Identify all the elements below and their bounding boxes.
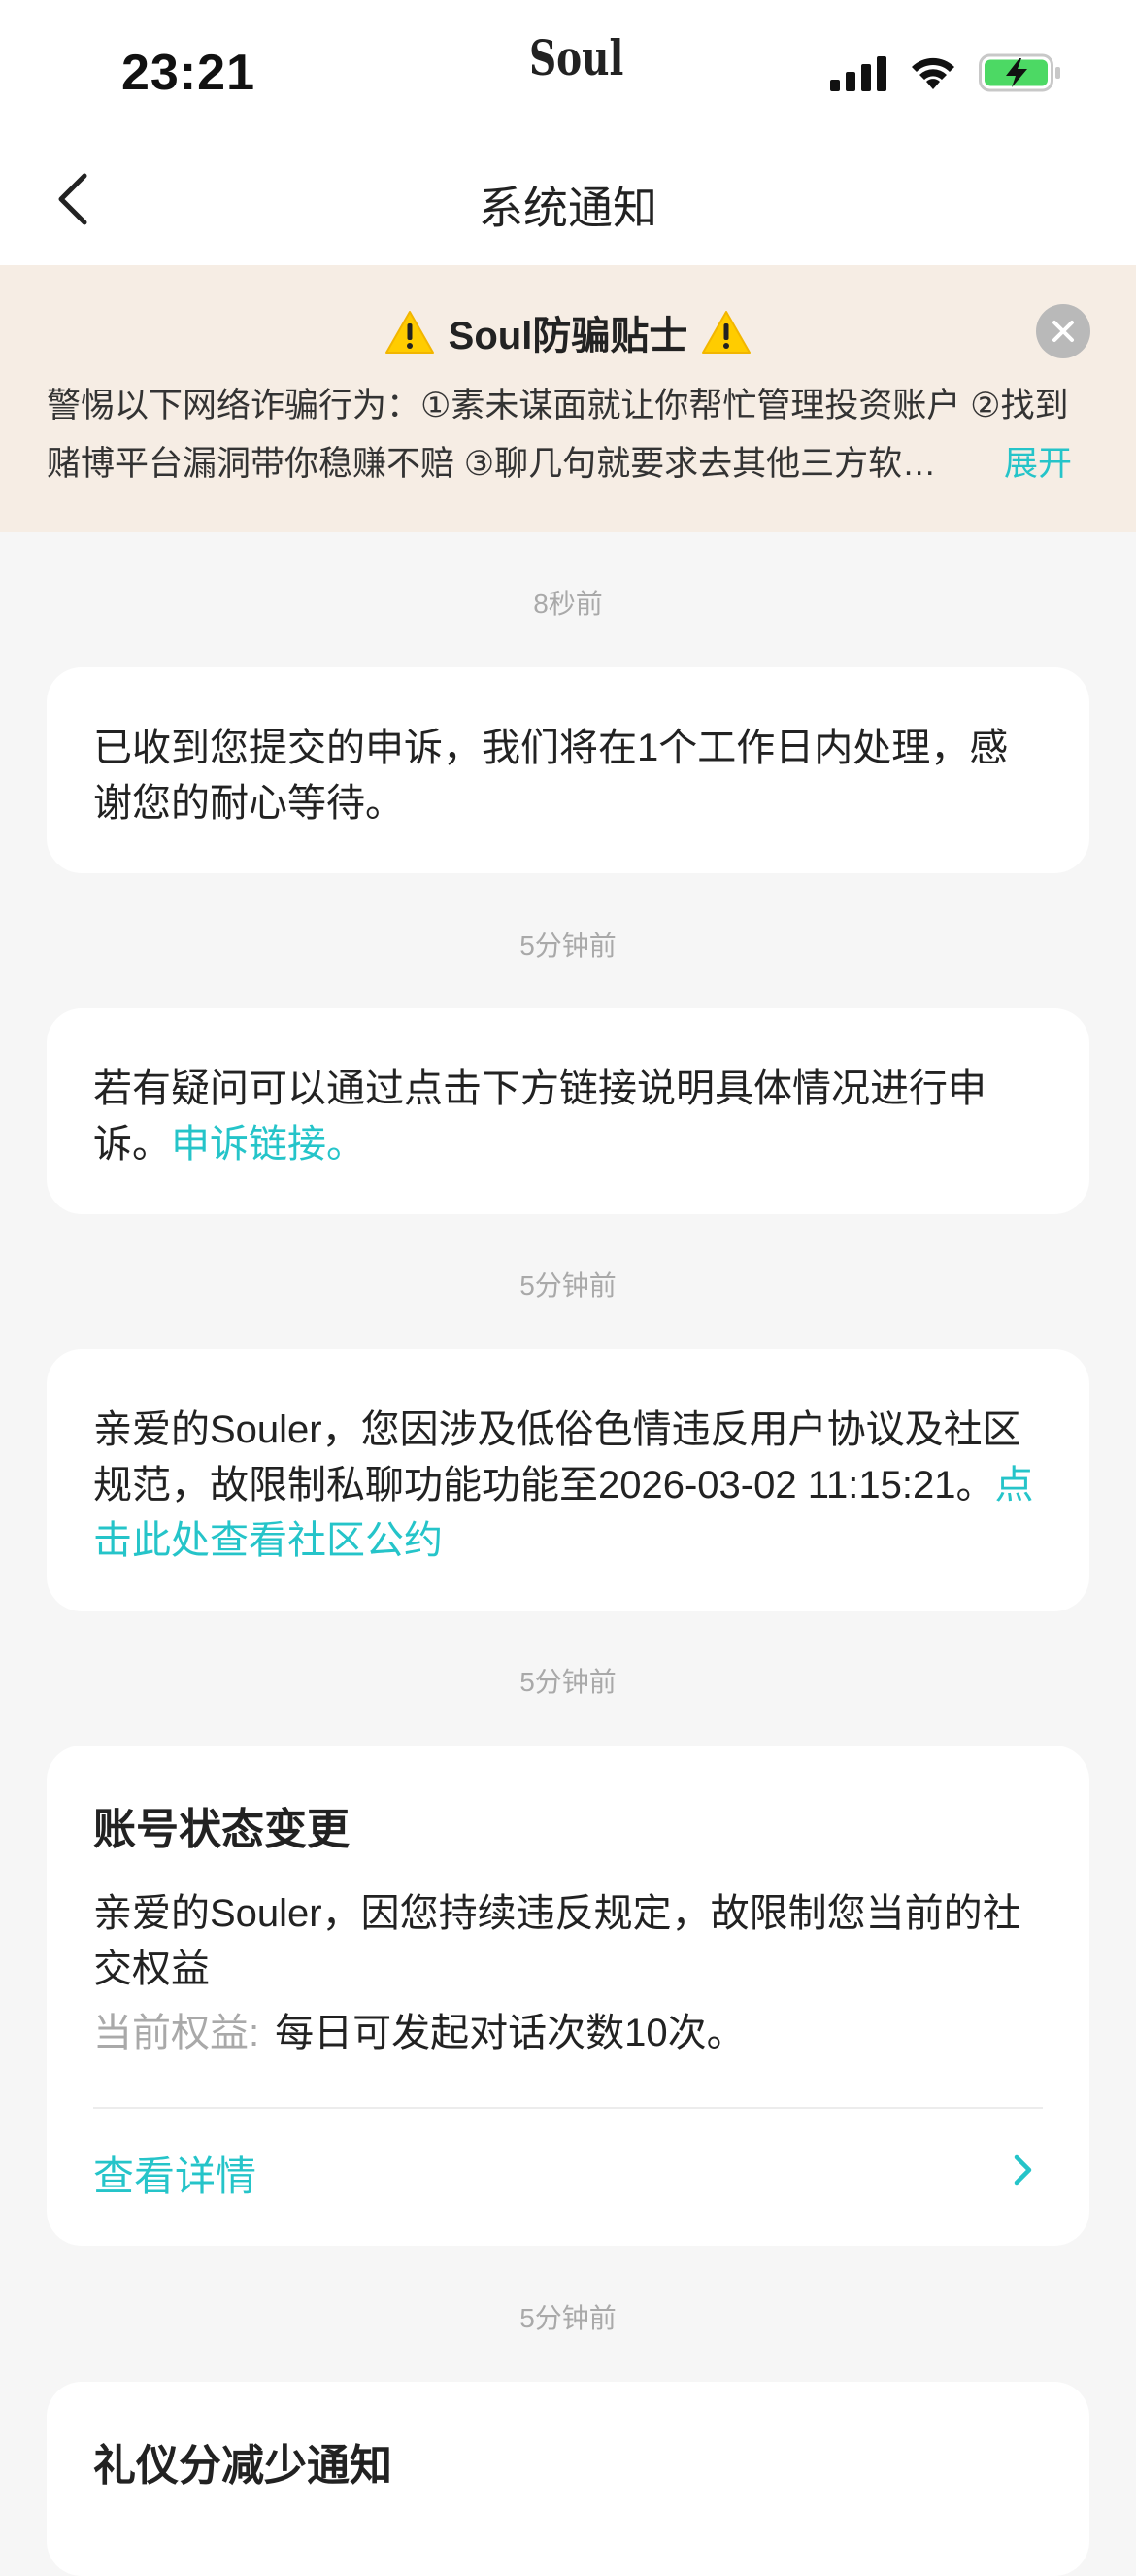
- notification-text: 亲爱的Souler，因您持续违反规定，故限制您当前的社交权益: [93, 1892, 1021, 1990]
- view-details-link[interactable]: 查看详情: [93, 2144, 256, 2203]
- notification-text: 已收到您提交的申诉，我们将在1个工作日内处理，感谢您的耐心等待。: [93, 727, 1009, 825]
- current-benefit-row: 当前权益: 每日可发起对话次数10次。: [93, 2006, 746, 2061]
- status-bar: 23:21 Soul: [0, 0, 1136, 136]
- page-title: 系统通知: [479, 183, 657, 233]
- notification-text: 若有疑问可以通过点击下方链接说明具体情况进行申诉。申诉链接。: [93, 1062, 1045, 1172]
- nav-bar: 系统通知: [0, 136, 1136, 265]
- soul-logo: Soul: [529, 29, 624, 86]
- warning-icon: [702, 311, 752, 354]
- divider: [93, 2107, 1043, 2109]
- banner-text: 警惕以下网络诈骗行为：①素未谋面就让你帮忙管理投资账户 ②找到赌博平台漏洞带你稳…: [47, 387, 1069, 483]
- notification-card: 已收到您提交的申诉，我们将在1个工作日内处理，感谢您的耐心等待。: [47, 667, 1089, 873]
- benefit-value: 每日可发起对话次数10次。: [275, 2012, 746, 2054]
- card-title: 账号状态变更: [93, 1806, 350, 1853]
- benefit-label: 当前权益:: [93, 2012, 260, 2054]
- card-title: 礼仪分减少通知: [93, 2442, 392, 2490]
- warning-icon: [384, 311, 434, 354]
- appeal-link[interactable]: 申诉链接。: [171, 1123, 365, 1166]
- notification-card: 礼仪分减少通知: [47, 2382, 1089, 2576]
- anti-fraud-banner: Soul防骗贴士 警惕以下网络诈骗行为：①素未谋面就让你帮忙管理投资账户 ②找到…: [0, 265, 1136, 532]
- notification-card: 若有疑问可以通过点击下方链接说明具体情况进行申诉。申诉链接。: [47, 1008, 1089, 1214]
- notification-text-body: 亲爱的Souler，您因涉及低俗色情违反用户协议及社区规范，故限制私聊功能功能至…: [93, 1408, 1021, 1507]
- close-icon: [1052, 321, 1074, 342]
- banner-title: Soul防骗贴士: [448, 315, 688, 357]
- status-time: 23:21: [121, 45, 255, 101]
- chevron-right-icon[interactable]: [1013, 2153, 1034, 2186]
- notification-text: 亲爱的Souler，您因涉及低俗色情违反用户协议及社区规范，故限制私聊功能功能至…: [93, 1403, 1045, 1569]
- banner-expand-link[interactable]: 展开: [1002, 435, 1073, 493]
- wifi-icon: [912, 57, 954, 89]
- account-status-card: 账号状态变更 亲爱的Souler，因您持续违反规定，故限制您当前的社交权益 当前…: [47, 1746, 1089, 2246]
- notification-card: 亲爱的Souler，您因涉及低俗色情违反用户协议及社区规范，故限制私聊功能功能至…: [47, 1349, 1089, 1611]
- banner-title-row: Soul防骗贴士: [0, 304, 1136, 360]
- message-timestamp: 5分钟前: [519, 931, 617, 961]
- banner-close-button[interactable]: [1036, 304, 1090, 358]
- message-timestamp: 8秒前: [533, 589, 603, 619]
- battery-charging-icon: [979, 53, 1060, 92]
- message-timestamp: 5分钟前: [519, 1667, 617, 1697]
- cellular-signal-icon: [830, 56, 886, 91]
- message-timestamp: 5分钟前: [519, 1271, 617, 1301]
- message-timestamp: 5分钟前: [519, 2303, 617, 2333]
